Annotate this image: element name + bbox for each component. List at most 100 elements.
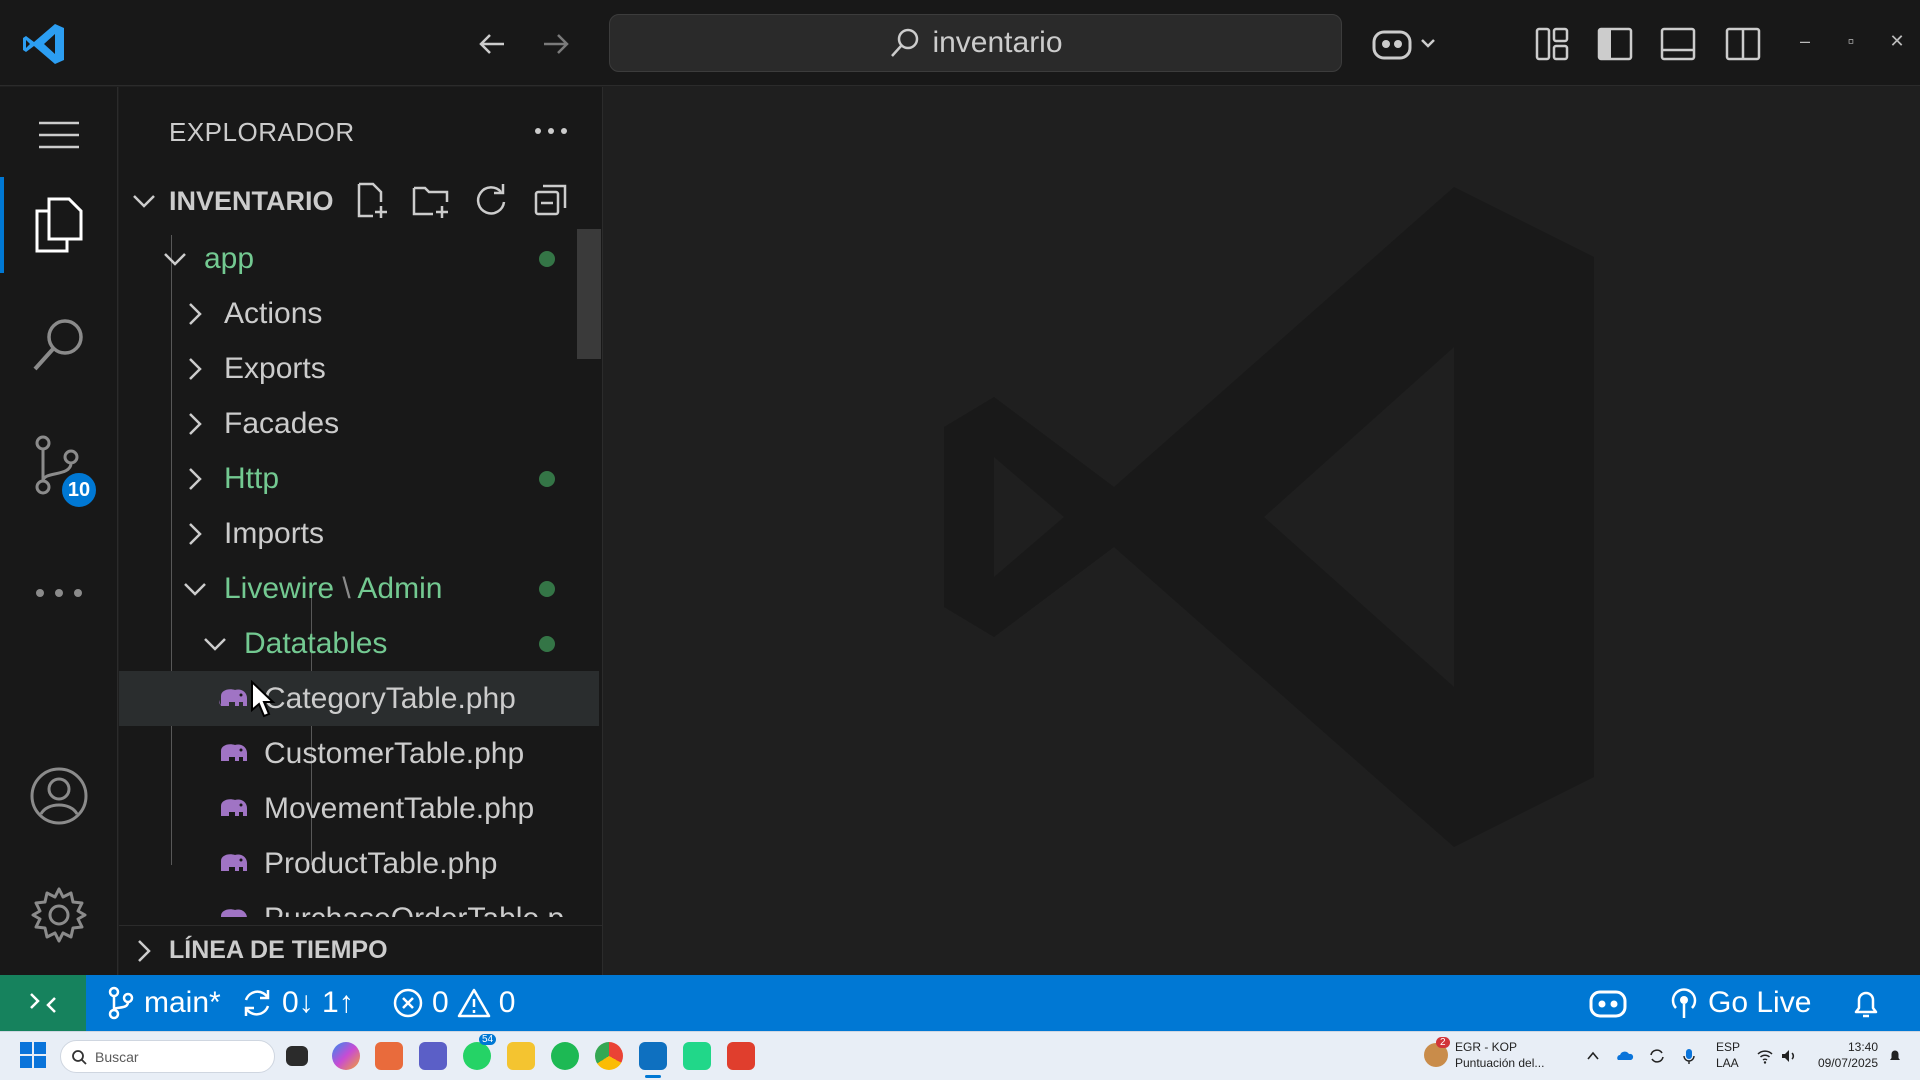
language-bottom[interactable]: LAA (1716, 1056, 1739, 1071)
git-branch-status[interactable]: main* (106, 975, 221, 1031)
source-control-icon[interactable]: 10 (0, 417, 118, 513)
onedrive-icon[interactable] (1616, 1047, 1634, 1065)
command-center-search[interactable]: inventario (609, 14, 1342, 72)
chrome-app-icon[interactable] (595, 1042, 623, 1070)
sync-status[interactable]: 0↓ 1↑ (240, 975, 354, 1031)
copilot-status-icon[interactable] (1588, 975, 1628, 1031)
new-file-icon[interactable] (347, 176, 395, 224)
taskbar-search-box[interactable]: Buscar (60, 1040, 275, 1073)
more-views-icon[interactable] (0, 545, 118, 641)
notification-app-icon[interactable]: 2 (1424, 1037, 1450, 1067)
copilot-app-icon[interactable] (332, 1042, 360, 1070)
warning-icon (457, 988, 490, 1018)
tree-item-file[interactable]: PurchaseOrderTable.p (119, 891, 599, 917)
back-arrow-icon[interactable] (470, 22, 514, 66)
gear-icon[interactable] (0, 867, 118, 963)
collapse-all-icon[interactable] (527, 176, 575, 224)
warning-count: 0 (498, 986, 516, 1019)
activity-bar: 10 (0, 87, 118, 975)
whatsapp-app-icon[interactable]: 54 (463, 1034, 497, 1070)
language-top[interactable]: ESP (1716, 1040, 1740, 1055)
volume-icon[interactable] (1780, 1047, 1798, 1065)
chevron-right-icon (189, 302, 202, 325)
tree-clip: PurchaseOrderTable.p (119, 891, 599, 917)
tree-item-imports[interactable]: Imports (119, 506, 599, 561)
menu-icon[interactable] (0, 87, 118, 183)
more-actions-icon[interactable] (527, 107, 575, 155)
tree-label: Http (224, 461, 280, 495)
file-explorer-icon[interactable] (507, 1042, 535, 1070)
go-live-button[interactable]: Go Live (1668, 975, 1811, 1031)
status-bar: main* 0↓ 1↑ 0 0 Go Live (0, 975, 1920, 1031)
forward-arrow-icon[interactable] (534, 22, 578, 66)
timeline-section-header[interactable]: LÍNEA DE TIEMPO (119, 925, 603, 975)
search-icon[interactable] (0, 297, 118, 393)
task-view-icon[interactable] (286, 1046, 308, 1066)
explorer-icon[interactable] (0, 177, 118, 273)
clock-date[interactable]: 09/07/2025 (1812, 1056, 1878, 1071)
path-separator: \ (342, 571, 351, 605)
notification-center-icon[interactable] (1886, 1047, 1904, 1065)
vscode-taskbar-icon[interactable] (639, 1042, 667, 1078)
tree-label: app (204, 241, 255, 275)
php-elephant-icon (221, 798, 247, 816)
sync-icon (244, 990, 270, 1016)
modified-dot (539, 470, 555, 487)
red-app-icon[interactable] (727, 1042, 755, 1070)
chevron-down-icon (184, 582, 206, 596)
spotify-app-icon[interactable] (551, 1042, 579, 1070)
sync-tray-icon[interactable] (1648, 1047, 1666, 1065)
tree-label: CategoryTable.php (264, 681, 516, 715)
whatsapp-badge: 54 (479, 1034, 497, 1045)
office-app-icon[interactable] (375, 1042, 403, 1070)
tree-item-file[interactable]: MovementTable.php (119, 781, 599, 836)
accounts-icon[interactable] (0, 748, 118, 844)
clock-time[interactable]: 13:40 (1836, 1040, 1878, 1055)
php-elephant-icon (221, 743, 247, 761)
tree-item-facades[interactable]: Facades (119, 396, 599, 451)
tree-label: Imports (224, 516, 325, 550)
green-app-icon[interactable] (683, 1042, 711, 1070)
tree-item-file[interactable]: CustomerTable.php (119, 726, 599, 781)
remote-indicator-icon[interactable] (0, 975, 86, 1031)
minimize-icon[interactable]: – (1790, 26, 1820, 56)
tree-label: CustomerTable.php (264, 736, 525, 770)
tree-item-app[interactable]: app (119, 231, 599, 286)
chevron-up-icon[interactable] (1584, 1047, 1602, 1065)
restore-icon[interactable]: ▫ (1836, 26, 1866, 56)
bell-icon[interactable] (1850, 975, 1882, 1031)
toggle-primary-sidebar-icon[interactable] (1591, 20, 1639, 68)
sidebar-scrollbar[interactable] (577, 229, 601, 359)
toggle-secondary-sidebar-icon[interactable] (1719, 20, 1767, 68)
tree-label: Actions (224, 296, 323, 330)
wifi-icon[interactable] (1756, 1047, 1774, 1065)
toggle-panel-icon[interactable] (1654, 20, 1702, 68)
problems-status[interactable]: 0 0 (392, 975, 515, 1031)
teams-app-icon[interactable] (419, 1042, 447, 1070)
tree-label-admin: Admin (357, 571, 443, 605)
refresh-icon[interactable] (467, 176, 515, 224)
error-icon (393, 988, 423, 1018)
new-folder-icon[interactable] (407, 176, 455, 224)
tree-item-http[interactable]: Http (119, 451, 599, 506)
tree-label: PurchaseOrderTable.p (264, 902, 564, 918)
windows-start-icon[interactable] (20, 1042, 46, 1068)
php-elephant-icon (219, 688, 247, 706)
close-icon[interactable]: ✕ (1882, 26, 1912, 56)
git-branch-icon (108, 986, 134, 1020)
tree-item-file[interactable]: CategoryTable.php (119, 671, 599, 726)
editor-area (604, 87, 1920, 975)
sync-counts: 0↓ 1↑ (282, 986, 354, 1019)
tree-item-datatables[interactable]: Datatables (119, 616, 599, 671)
search-icon (72, 1049, 87, 1065)
workspace-section-header[interactable]: INVENTARIO (119, 176, 603, 226)
windows-taskbar: Buscar 54 2 EGR - KOP Puntuación del... … (0, 1031, 1920, 1080)
tree-item-actions[interactable]: Actions (119, 286, 599, 341)
copilot-menu-icon[interactable] (1370, 20, 1440, 68)
customize-layout-icon[interactable] (1528, 20, 1576, 68)
tree-item-file[interactable]: ProductTable.php (119, 836, 599, 891)
tree-item-livewire-admin[interactable]: Livewire \ Admin (119, 561, 599, 616)
microphone-icon[interactable] (1680, 1047, 1698, 1065)
search-icon (891, 28, 919, 57)
tree-item-exports[interactable]: Exports (119, 341, 599, 396)
